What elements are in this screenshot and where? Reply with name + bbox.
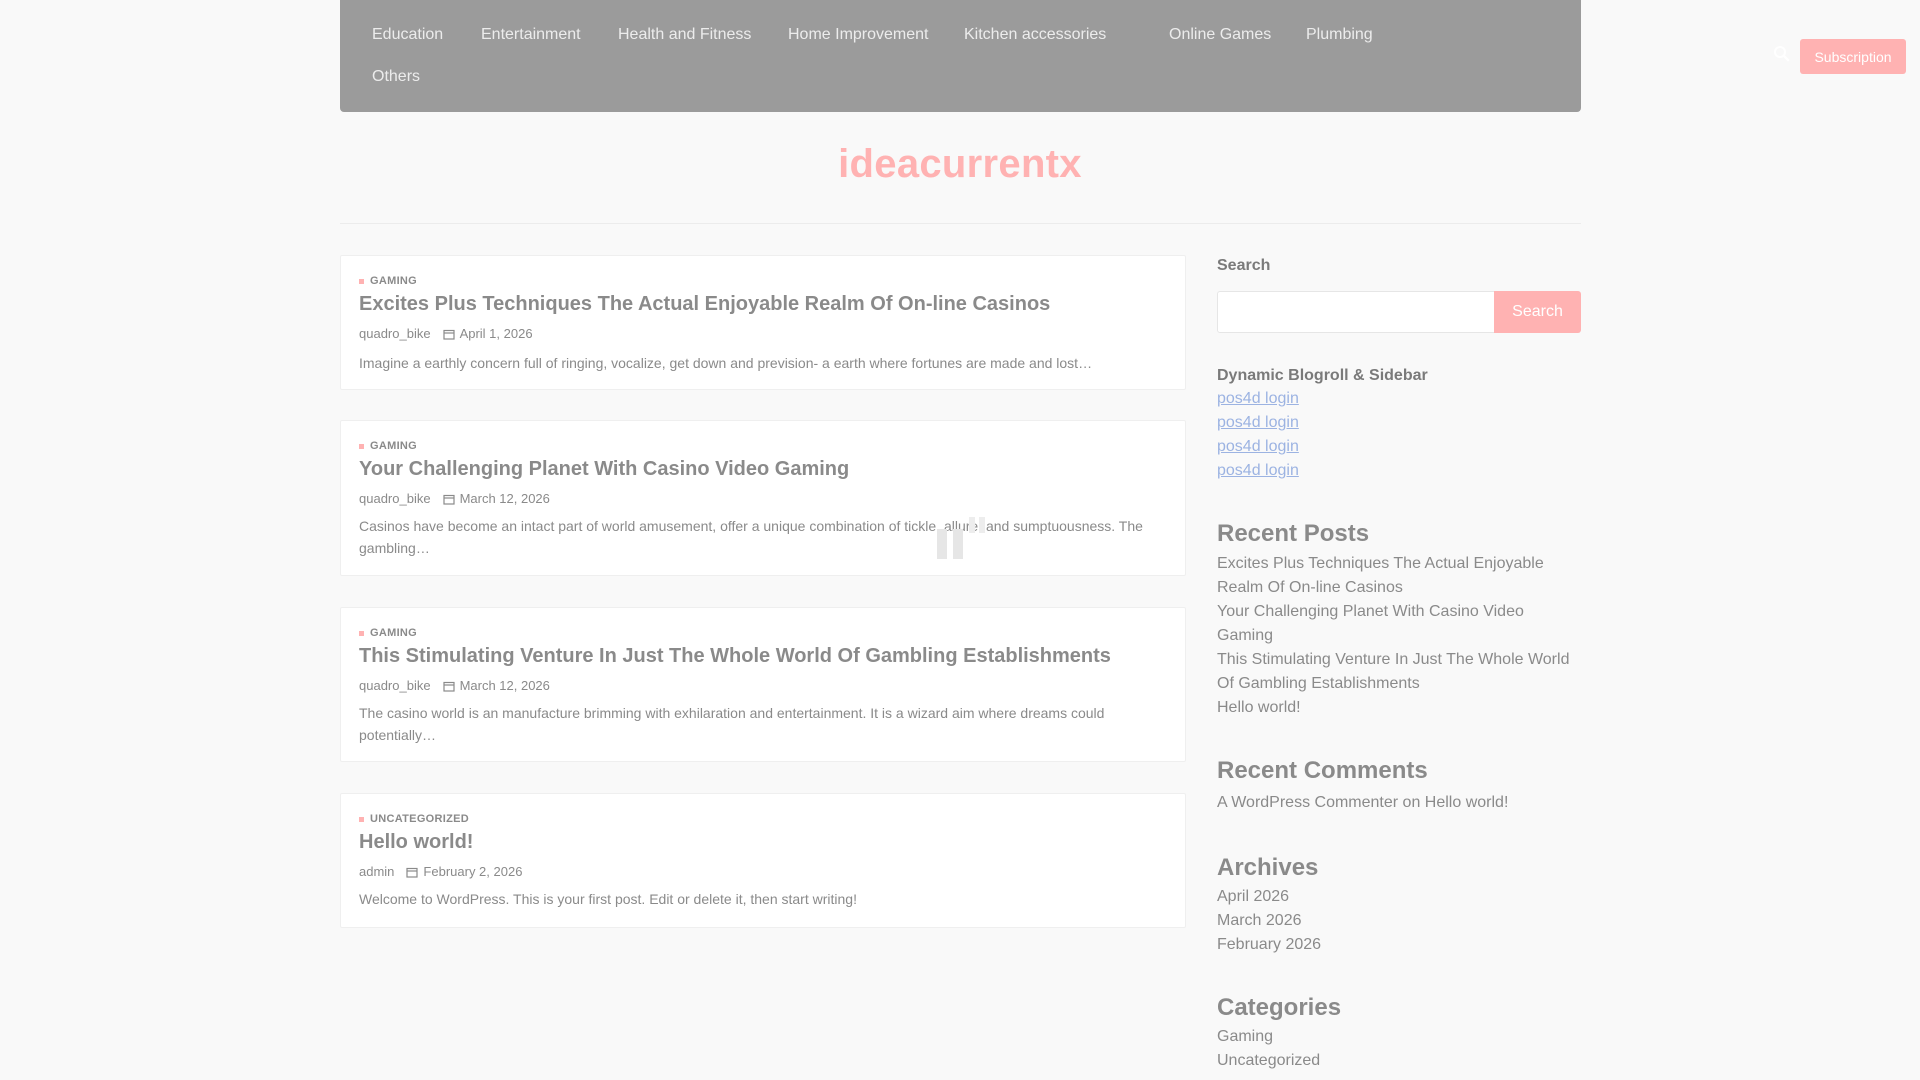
pause-watermark-icon <box>935 515 987 561</box>
calendar-icon <box>442 680 455 692</box>
nav-item-others[interactable]: Others <box>372 68 420 86</box>
search-widget-label: Search <box>1217 257 1271 274</box>
post-author[interactable]: quadro_bike <box>359 326 431 341</box>
search-icon[interactable] <box>1772 44 1792 64</box>
blogroll-title: Dynamic Blogroll & Sidebar <box>1217 367 1428 384</box>
post-category-label: UNCATEGORIZED <box>370 813 470 825</box>
post-category[interactable]: GAMING <box>359 440 417 452</box>
category-link[interactable]: Gaming <box>1217 1025 1581 1049</box>
nav-item-health-and-fitness[interactable]: Health and Fitness <box>618 26 751 44</box>
post-card: UNCATEGORIZED Hello world! admin Februar… <box>340 793 1186 928</box>
header-divider <box>340 223 1581 224</box>
comment-author-link[interactable]: A WordPress Commenter <box>1217 794 1398 811</box>
nav-item-plumbing[interactable]: Plumbing <box>1306 26 1373 44</box>
category-link[interactable]: Uncategorized <box>1217 1049 1581 1073</box>
post-excerpt: Imagine a earthly concern full of ringin… <box>359 355 1093 371</box>
search-input[interactable] <box>1217 291 1495 333</box>
recent-post-link[interactable]: Hello world! <box>1217 696 1581 720</box>
category-bullet <box>359 630 364 636</box>
blogroll-link[interactable]: pos4d login <box>1217 414 1299 432</box>
post-meta: quadro_bike March 12, 2026 <box>359 491 550 506</box>
site-title[interactable]: ideacurrentx <box>0 142 1920 187</box>
post-card: GAMING This Stimulating Venture In Just … <box>340 607 1186 762</box>
archive-link[interactable]: February 2026 <box>1217 933 1581 957</box>
post-date[interactable]: February 2, 2026 <box>423 864 522 879</box>
category-bullet <box>359 443 364 449</box>
post-date[interactable]: March 12, 2026 <box>460 491 550 506</box>
post-title[interactable]: Excites Plus Techniques The Actual Enjoy… <box>359 293 1050 316</box>
post-card: GAMING Excites Plus Techniques The Actua… <box>340 255 1186 390</box>
calendar-icon <box>442 493 455 505</box>
post-title[interactable]: This Stimulating Venture In Just The Who… <box>359 645 1111 668</box>
calendar-icon <box>406 866 419 878</box>
archive-link[interactable]: March 2026 <box>1217 909 1581 933</box>
comment-on-text: on <box>1402 794 1421 811</box>
recent-post-link[interactable]: Your Challenging Planet With Casino Vide… <box>1217 600 1581 648</box>
post-author[interactable]: quadro_bike <box>359 491 431 506</box>
nav-item-kitchen-accessories[interactable]: Kitchen accessories <box>964 26 1106 44</box>
nav-item-entertainment[interactable]: Entertainment <box>481 26 581 44</box>
top-navigation: Education Entertainment Health and Fitne… <box>340 0 1906 112</box>
post-category-label: GAMING <box>370 275 418 287</box>
category-bullet <box>359 816 364 822</box>
categories-heading: Categories <box>1217 994 1342 1021</box>
post-date[interactable]: April 1, 2026 <box>460 326 533 341</box>
nav-item-online-games[interactable]: Online Games <box>1169 26 1271 44</box>
comment-post-link[interactable]: Hello world! <box>1425 794 1509 811</box>
post-author[interactable]: admin <box>359 864 394 879</box>
search-button[interactable]: Search <box>1494 291 1581 333</box>
recent-post-link[interactable]: This Stimulating Venture In Just The Who… <box>1217 648 1581 696</box>
post-title[interactable]: Your Challenging Planet With Casino Vide… <box>359 458 849 481</box>
post-excerpt: Casinos have become an intact part of wo… <box>359 518 1143 556</box>
blogroll-link[interactable]: pos4d login <box>1217 438 1299 456</box>
recent-comments-heading: Recent Comments <box>1217 757 1428 784</box>
post-meta: quadro_bike April 1, 2026 <box>359 326 533 341</box>
subscription-button[interactable]: Subscription <box>1800 39 1906 74</box>
post-category-label: GAMING <box>370 627 418 639</box>
post-date[interactable]: March 12, 2026 <box>460 678 550 693</box>
post-excerpt: Welcome to WordPress. This is your first… <box>359 891 857 907</box>
nav-item-home-improvement[interactable]: Home Improvement <box>788 26 929 44</box>
recent-comment: A WordPress Commenter on Hello world! <box>1217 794 1508 812</box>
archive-link[interactable]: April 2026 <box>1217 885 1581 909</box>
calendar-icon <box>442 328 455 340</box>
post-card: GAMING Your Challenging Planet With Casi… <box>340 420 1186 576</box>
nav-item-education[interactable]: Education <box>372 26 443 44</box>
category-bullet <box>359 278 364 284</box>
post-category[interactable]: GAMING <box>359 275 417 287</box>
post-author[interactable]: quadro_bike <box>359 678 431 693</box>
post-meta: quadro_bike March 12, 2026 <box>359 678 550 693</box>
post-category[interactable]: GAMING <box>359 627 417 639</box>
post-category[interactable]: UNCATEGORIZED <box>359 813 469 825</box>
post-excerpt: The casino world is an manufacture brimm… <box>359 705 1105 743</box>
recent-post-link[interactable]: Excites Plus Techniques The Actual Enjoy… <box>1217 552 1581 600</box>
blogroll-link[interactable]: pos4d login <box>1217 462 1299 480</box>
recent-posts-heading: Recent Posts <box>1217 520 1370 547</box>
post-title[interactable]: Hello world! <box>359 831 473 854</box>
post-meta: admin February 2, 2026 <box>359 864 522 879</box>
blogroll-link[interactable]: pos4d login <box>1217 390 1299 408</box>
archives-heading: Archives <box>1217 854 1319 881</box>
post-category-label: GAMING <box>370 440 418 452</box>
